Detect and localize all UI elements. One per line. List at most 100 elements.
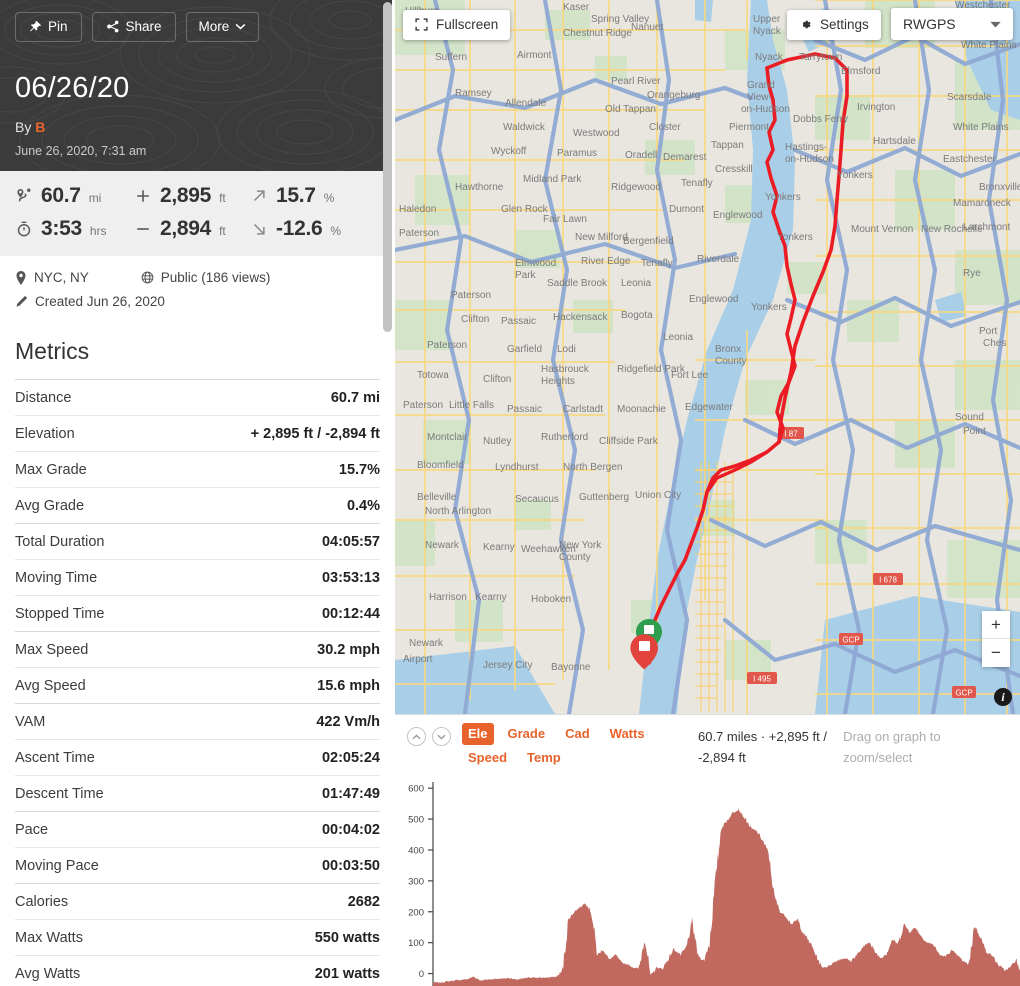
svg-text:Bayonne: Bayonne <box>551 662 591 673</box>
graph-toolbar: Ele Grade Cad Watts Speed Temp 60.7 miles · +… <box>395 715 1020 770</box>
scrollbar-thumb[interactable] <box>383 2 392 332</box>
graph-tab-watts[interactable]: Watts <box>604 723 651 745</box>
share-button[interactable]: Share <box>91 12 176 42</box>
svg-text:Lyndhurst: Lyndhurst <box>495 462 539 473</box>
basemap-select[interactable]: RWGPS <box>891 8 1013 40</box>
metric-label: Moving Time <box>15 570 98 586</box>
metric-value: 30.2 mph <box>317 642 380 658</box>
stat-moving-time: 3:53 hrs <box>15 217 134 241</box>
svg-text:Guttenberg: Guttenberg <box>579 492 629 503</box>
metric-label: Max Grade <box>15 462 87 478</box>
chevron-up-icon[interactable] <box>407 727 426 746</box>
left-panel-scroll: Pin Share More 06/26/20 By B June 26, 20… <box>0 0 395 986</box>
left-panel-scrollbar[interactable] <box>383 0 392 986</box>
svg-text:Mamaroneck: Mamaroneck <box>953 198 1012 209</box>
elevation-chart-svg[interactable]: 0 100 200 300 400 500 600 <box>395 774 1020 986</box>
elevation-chart[interactable]: 0 100 200 300 400 500 600 <box>395 774 1020 986</box>
stat-unit: ft <box>219 224 226 238</box>
created-text: Created Jun 26, 2020 <box>35 294 165 309</box>
metric-value: 422 Vm/h <box>316 714 380 730</box>
svg-text:Eastchester: Eastchester <box>943 154 996 165</box>
zoom-in-button[interactable]: + <box>982 611 1010 639</box>
fullscreen-label: Fullscreen <box>436 17 499 32</box>
map-info-button[interactable]: i <box>994 688 1012 706</box>
stat-value: 2,894 <box>160 217 212 240</box>
graph-tab-grade[interactable]: Grade <box>502 723 552 745</box>
svg-text:Mount Vernon: Mount Vernon <box>851 224 913 235</box>
svg-text:Chestnut Ridge: Chestnut Ridge <box>563 28 632 39</box>
metric-label: Avg Watts <box>15 966 81 982</box>
svg-text:Kearny: Kearny <box>475 592 507 603</box>
svg-text:GCP: GCP <box>842 635 859 644</box>
metric-row: Calories 2682 <box>15 883 380 919</box>
metric-value: 03:53:13 <box>321 570 380 586</box>
metric-row: Max Speed 30.2 mph <box>15 631 380 667</box>
graph-tab-cad[interactable]: Cad <box>559 723 596 745</box>
stat-unit: % <box>330 224 342 238</box>
svg-text:Paramus: Paramus <box>557 148 597 159</box>
svg-text:Elmwood: Elmwood <box>515 258 556 269</box>
fullscreen-icon <box>415 18 428 31</box>
pin-button[interactable]: Pin <box>15 12 82 42</box>
svg-text:Suffern: Suffern <box>435 52 467 63</box>
metric-row: VAM 422 Vm/h <box>15 703 380 739</box>
chevron-down-icon <box>235 24 246 30</box>
graph-tab-speed[interactable]: Speed <box>462 747 513 769</box>
route-detail-page: Pin Share More 06/26/20 By B June 26, 20… <box>0 0 1020 986</box>
metric-value: 550 watts <box>314 930 380 946</box>
metric-label: Pace <box>15 822 49 838</box>
stat-min-grade: -12.6 % <box>250 217 380 241</box>
svg-text:Riverdale: Riverdale <box>697 254 740 265</box>
svg-text:Paterson: Paterson <box>399 228 439 239</box>
graph-tab-temp[interactable]: Temp <box>521 747 567 769</box>
metric-row: Avg Watts 201 watts <box>15 955 380 986</box>
visibility-text: Public (186 views) <box>160 270 271 285</box>
svg-text:Yonkers: Yonkers <box>777 232 813 243</box>
svg-text:Dumont: Dumont <box>669 204 704 215</box>
graph-size-controls <box>407 723 451 770</box>
svg-text:Totowa: Totowa <box>417 370 449 381</box>
chevron-down-icon[interactable] <box>432 727 451 746</box>
metric-label: Avg Speed <box>15 678 86 694</box>
author-link[interactable]: B <box>35 119 45 135</box>
svg-text:Dobbs Ferry: Dobbs Ferry <box>793 114 848 125</box>
metric-label: Ascent Time <box>15 750 95 766</box>
svg-text:Demarest: Demarest <box>663 152 707 163</box>
route-map[interactable]: I 87 I 678 I 495 GCP GCP Kaser Spring Va… <box>395 0 1020 714</box>
map-zoom-controls[interactable]: + − <box>982 611 1010 667</box>
svg-text:Hartsdale: Hartsdale <box>873 136 916 147</box>
svg-text:Elmsford: Elmsford <box>841 66 880 77</box>
pin-label: Pin <box>48 19 68 34</box>
svg-text:Ches: Ches <box>983 338 1006 349</box>
graph-tab-ele[interactable]: Ele <box>462 723 494 746</box>
chart-y-tick-label: 500 <box>408 814 424 825</box>
metric-label: Stopped Time <box>15 606 105 622</box>
location-text: NYC, NY <box>34 270 89 285</box>
svg-text:Bronx: Bronx <box>715 344 741 355</box>
svg-text:Tarrytown: Tarrytown <box>799 52 842 63</box>
stopwatch-icon <box>17 221 31 237</box>
map-pin-icon <box>16 270 26 285</box>
map-settings-button[interactable]: Settings <box>787 10 881 40</box>
metric-row: Elevation + 2,895 ft / -2,894 ft <box>15 415 380 451</box>
svg-text:Hawthorne: Hawthorne <box>455 182 504 193</box>
svg-text:Point: Point <box>963 426 986 437</box>
fullscreen-button[interactable]: Fullscreen <box>403 10 511 40</box>
svg-text:View-: View- <box>747 92 772 103</box>
svg-text:Harrison: Harrison <box>429 592 467 603</box>
svg-text:Paterson: Paterson <box>427 340 467 351</box>
more-button[interactable]: More <box>185 12 260 42</box>
svg-text:Piermont: Piermont <box>729 122 769 133</box>
zoom-out-button[interactable]: − <box>982 639 1010 667</box>
svg-text:Oradell: Oradell <box>625 150 657 161</box>
metric-label: Calories <box>15 894 69 910</box>
metric-label: Avg Grade <box>15 498 85 514</box>
basemap-value: RWGPS <box>903 16 956 32</box>
svg-text:Upper: Upper <box>753 14 781 25</box>
graph-metric-tabs: Ele Grade Cad Watts Speed Temp <box>462 723 698 770</box>
svg-text:Hasbrouck: Hasbrouck <box>541 364 590 375</box>
stat-descent: 2,894 ft <box>134 217 250 241</box>
metric-label: VAM <box>15 714 46 730</box>
route-meta: NYC, NY Public (186 views) Created Jun 2… <box>0 256 395 324</box>
svg-text:Airmont: Airmont <box>517 50 552 61</box>
